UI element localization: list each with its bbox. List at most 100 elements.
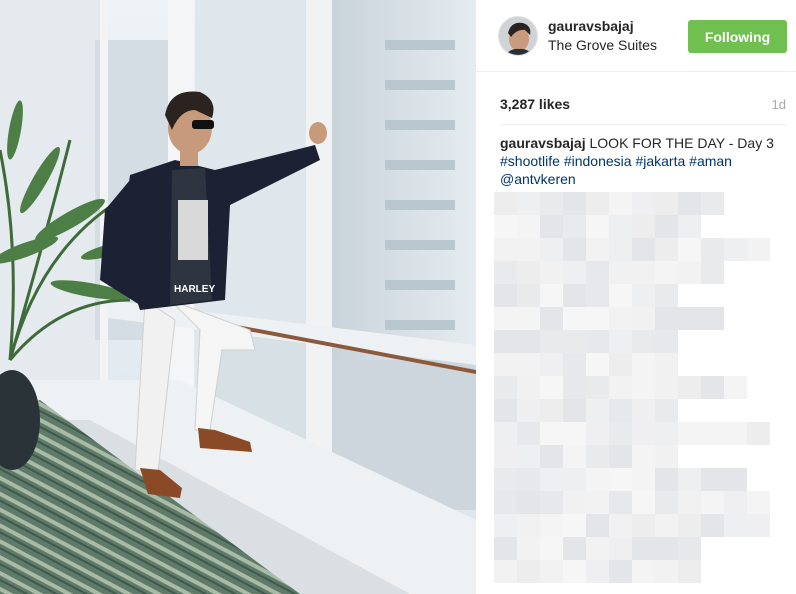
redacted-pixel — [632, 445, 655, 468]
redacted-pixel — [517, 215, 540, 238]
redacted-pixel — [540, 376, 563, 399]
redacted-pixel — [632, 491, 655, 514]
redacted-pixel — [540, 560, 563, 583]
redacted-pixel — [494, 330, 517, 353]
redacted-pixel — [609, 399, 632, 422]
hashtag-link[interactable]: #jakarta — [635, 153, 685, 169]
redacted-pixel — [517, 491, 540, 514]
redacted-pixel — [632, 261, 655, 284]
redacted-pixel — [609, 422, 632, 445]
redacted-pixel — [632, 192, 655, 215]
redacted-pixel — [701, 376, 724, 399]
redacted-pixel — [701, 192, 724, 215]
post-header: gauravsbajaj The Grove Suites Following — [476, 0, 796, 72]
divider — [500, 124, 786, 125]
redacted-pixel — [563, 192, 586, 215]
redacted-pixel — [609, 192, 632, 215]
redacted-pixel — [563, 284, 586, 307]
post-photo[interactable]: HARLEY — [0, 0, 476, 594]
redacted-pixel — [655, 330, 678, 353]
redacted-pixel — [678, 376, 701, 399]
redacted-pixel — [494, 215, 517, 238]
redacted-pixel — [563, 422, 586, 445]
redacted-pixel — [724, 514, 747, 537]
avatar[interactable] — [498, 16, 538, 56]
caption-text: LOOK FOR THE DAY - Day 3 — [585, 135, 774, 151]
redacted-pixel — [586, 468, 609, 491]
redacted-pixel — [517, 537, 540, 560]
redacted-pixel — [494, 261, 517, 284]
redacted-pixel — [586, 261, 609, 284]
redacted-pixel — [609, 307, 632, 330]
likes-count[interactable]: 3,287 likes — [500, 96, 570, 112]
hashtag-link[interactable]: #shootlife — [500, 153, 560, 169]
redacted-pixel — [747, 422, 770, 445]
redacted-pixel — [655, 491, 678, 514]
caption-username[interactable]: gauravsbajaj — [500, 135, 586, 151]
redacted-pixel — [517, 468, 540, 491]
post-time[interactable]: 1d — [772, 97, 786, 112]
mention-link[interactable]: @antvkeren — [500, 171, 576, 187]
redacted-pixel — [540, 215, 563, 238]
redacted-pixel — [586, 192, 609, 215]
redacted-pixel — [609, 514, 632, 537]
redacted-pixel — [609, 445, 632, 468]
redacted-pixel — [655, 215, 678, 238]
redacted-pixel — [586, 376, 609, 399]
redacted-pixel — [609, 537, 632, 560]
redacted-pixel — [540, 238, 563, 261]
redacted-pixel — [563, 307, 586, 330]
redacted-pixel — [632, 560, 655, 583]
redacted-pixel — [494, 238, 517, 261]
redacted-pixel — [563, 514, 586, 537]
redacted-pixel — [563, 330, 586, 353]
redacted-pixel — [517, 514, 540, 537]
hashtag-link[interactable]: #indonesia — [564, 153, 632, 169]
redacted-pixel — [586, 537, 609, 560]
username-link[interactable]: gauravsbajaj — [548, 18, 634, 34]
redacted-pixel — [494, 514, 517, 537]
redacted-pixel — [540, 514, 563, 537]
redacted-pixel — [724, 238, 747, 261]
redacted-pixel — [563, 215, 586, 238]
redacted-pixel — [678, 261, 701, 284]
redacted-pixel — [655, 261, 678, 284]
redacted-pixel — [609, 491, 632, 514]
redacted-pixel — [701, 307, 724, 330]
redacted-pixel — [563, 376, 586, 399]
hashtag-link[interactable]: #aman — [689, 153, 732, 169]
redacted-pixel — [540, 307, 563, 330]
redacted-pixel — [678, 422, 701, 445]
redacted-pixel — [494, 353, 517, 376]
redacted-pixel — [655, 399, 678, 422]
redacted-pixel — [701, 491, 724, 514]
redacted-pixel — [586, 445, 609, 468]
redacted-pixel — [517, 422, 540, 445]
redacted-pixel — [701, 422, 724, 445]
redacted-pixel — [494, 537, 517, 560]
redacted-pixel — [678, 537, 701, 560]
redacted-pixel — [655, 307, 678, 330]
redacted-pixel — [632, 284, 655, 307]
location-link[interactable]: The Grove Suites — [548, 37, 657, 53]
redacted-pixel — [609, 238, 632, 261]
redacted-pixel — [655, 376, 678, 399]
redacted-pixel — [701, 261, 724, 284]
redacted-pixel — [563, 560, 586, 583]
redacted-pixel — [563, 261, 586, 284]
redacted-pixel — [494, 192, 517, 215]
redacted-pixel — [540, 284, 563, 307]
redacted-pixel — [724, 468, 747, 491]
redacted-pixel — [517, 560, 540, 583]
redacted-pixel — [563, 468, 586, 491]
redacted-pixel — [494, 307, 517, 330]
redacted-pixel — [517, 284, 540, 307]
redacted-pixel — [678, 514, 701, 537]
caption: gauravsbajaj LOOK FOR THE DAY - Day 3 #s… — [500, 134, 780, 188]
redacted-pixel — [632, 215, 655, 238]
following-button[interactable]: Following — [688, 20, 787, 53]
redacted-pixel — [540, 468, 563, 491]
redacted-pixel — [494, 399, 517, 422]
redacted-pixel — [655, 238, 678, 261]
redacted-pixel — [632, 422, 655, 445]
